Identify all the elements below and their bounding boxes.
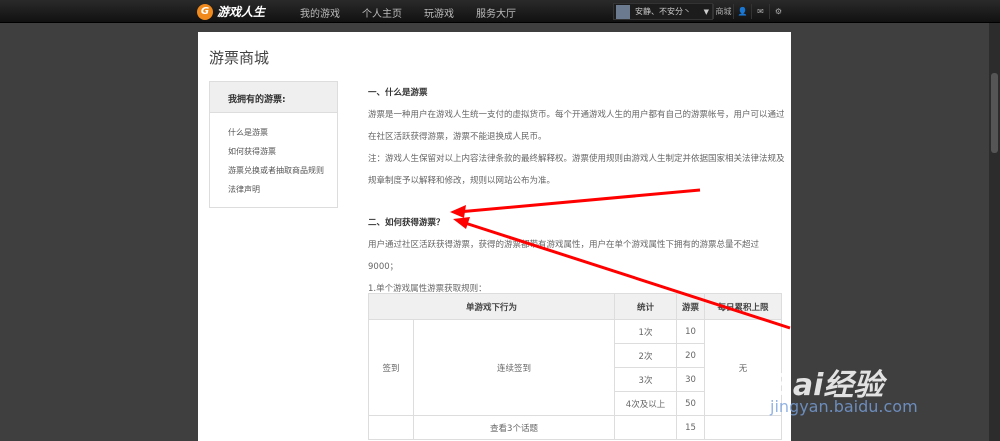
table-row: 签到 连续签到 1次 10 无 xyxy=(368,319,782,416)
cell: 1次 xyxy=(614,319,677,344)
cell: 4次及以上 xyxy=(614,391,677,416)
scrollbar-thumb[interactable] xyxy=(991,73,998,153)
col-stats: 统计 xyxy=(614,293,677,320)
cell xyxy=(368,415,414,440)
logo[interactable]: G 游戏人生 xyxy=(197,3,265,20)
nav-home[interactable]: 个人主页 xyxy=(362,5,402,20)
sidebar-item-rules[interactable]: 游票兑换或者抽取商品规则 xyxy=(228,161,337,180)
section1-heading: 一、什么是游票 xyxy=(368,88,428,98)
cell: 30 xyxy=(676,367,705,392)
nav-play[interactable]: 玩游戏 xyxy=(424,5,454,20)
scrollbar[interactable] xyxy=(989,23,1000,441)
page-content: 游票商城 我拥有的游票: 什么是游票 如何获得游票 游票兑换或者抽取商品规则 法… xyxy=(198,32,791,441)
cell: 2次 xyxy=(614,343,677,368)
watermark-url: jingyan.baidu.com xyxy=(770,397,918,416)
article: 一、什么是游票 游票是一种用户在游戏人生统一支付的虚拟货币。每个开通游戏人生的用… xyxy=(368,82,788,300)
avatar xyxy=(616,4,630,19)
section1-text: 游票是一种用户在游戏人生统一支付的虚拟货币。每个开通游戏人生的用户都有自己的游票… xyxy=(368,110,785,142)
section2-heading: 二、如何获得游票？ xyxy=(368,218,445,228)
user-menu[interactable]: 安静、不安分丶 ▼ xyxy=(613,3,713,20)
cell xyxy=(704,415,782,440)
cell: 50 xyxy=(676,391,705,416)
sidebar: 我拥有的游票: 什么是游票 如何获得游票 游票兑换或者抽取商品规则 法律声明 xyxy=(209,81,338,208)
gear-icon[interactable]: ⚙ xyxy=(769,4,787,19)
cell: 连续签到 xyxy=(413,319,615,416)
section2-text: 用户通过社区活跃获得游票，获得的游票都带有游戏属性，用户在单个游戏属性下拥有的游… xyxy=(368,240,760,272)
rules-table: 单游戏下行为 统计 游票 每日累积上限 签到 连续签到 1次 10 无 2次 20 3次 30 4… xyxy=(368,293,782,440)
col-action: 单游戏下行为 xyxy=(368,293,615,320)
chevron-down-icon: ▼ xyxy=(703,7,709,16)
col-tickets: 游票 xyxy=(676,293,705,320)
mail-icon[interactable]: ✉ xyxy=(751,4,769,19)
cell: 10 xyxy=(676,319,705,344)
username: 安静、不安分丶 xyxy=(635,7,691,16)
cell: 签到 xyxy=(368,319,414,416)
logo-text: 游戏人生 xyxy=(217,5,266,19)
sidebar-item-what[interactable]: 什么是游票 xyxy=(228,123,337,142)
sidebar-item-legal[interactable]: 法律声明 xyxy=(228,180,337,199)
cell: 查看3个话题 xyxy=(413,415,615,440)
nav-my-games[interactable]: 我的游戏 xyxy=(300,5,340,20)
user-icon[interactable]: 👤 xyxy=(733,4,751,19)
sidebar-header: 我拥有的游票: xyxy=(210,82,337,113)
sidebar-item-how[interactable]: 如何获得游票 xyxy=(228,142,337,161)
cell: 20 xyxy=(676,343,705,368)
cell: 15 xyxy=(676,415,705,440)
nav-service[interactable]: 服务大厅 xyxy=(476,5,516,20)
logo-icon: G xyxy=(197,3,213,20)
table-row: 查看3个话题 15 xyxy=(368,415,782,440)
mall-button[interactable]: 商城 xyxy=(713,4,733,19)
top-bar: G 游戏人生 我的游戏 个人主页 玩游戏 服务大厅 安静、不安分丶 ▼ 商城 👤 ✉… xyxy=(0,0,1000,23)
main-nav: 我的游戏 个人主页 玩游戏 服务大厅 xyxy=(300,5,516,20)
cell: 3次 xyxy=(614,367,677,392)
col-limit: 每日累积上限 xyxy=(704,293,782,320)
cell xyxy=(614,415,677,440)
page-title: 游票商城 xyxy=(209,49,270,67)
section1-note: 注：游戏人生保留对以上内容法律条款的最终解释权。游票使用规则由游戏人生制定并依据… xyxy=(368,154,785,186)
